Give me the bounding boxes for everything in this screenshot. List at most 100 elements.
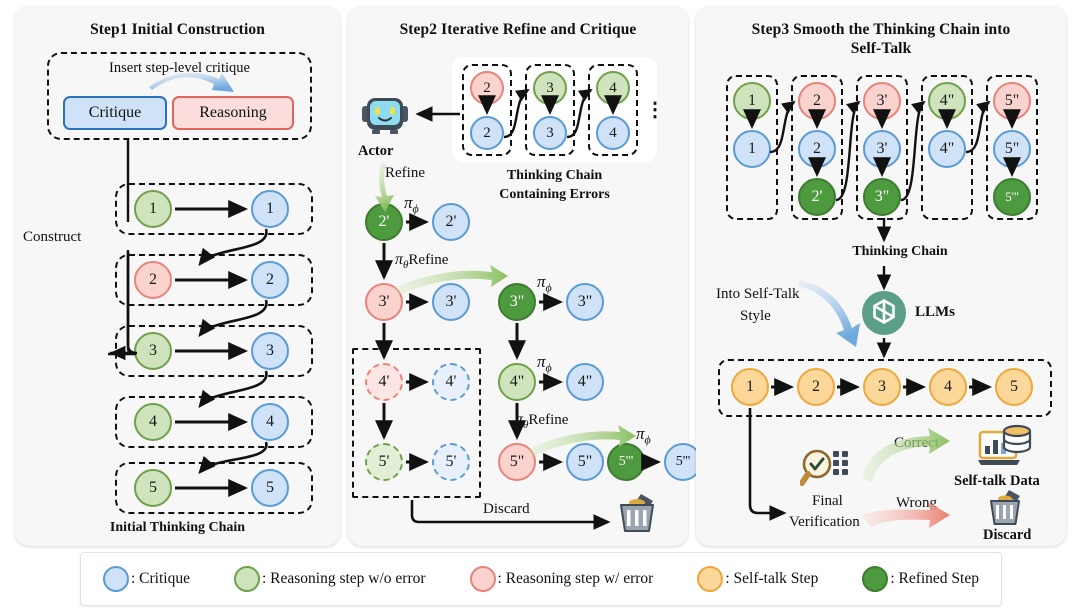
node-step1-r2-right[interactable]: 2 xyxy=(251,261,289,299)
legend-dot-good xyxy=(233,566,260,592)
node-step1-r1-right[interactable]: 1 xyxy=(251,190,289,228)
node-step3-c2-mid[interactable]: 2 xyxy=(798,130,836,168)
actor-label: Actor xyxy=(358,143,394,159)
legend-dot-selftalk xyxy=(697,566,724,592)
node-step3-c5-bottom[interactable]: 5''' xyxy=(993,178,1031,216)
critique-pill[interactable]: Critique xyxy=(63,96,167,130)
node-step1-r1-left[interactable]: 1 xyxy=(134,190,172,228)
pi-phi-label-4: πϕ xyxy=(636,424,651,447)
trash-icon-step3 xyxy=(984,486,1026,528)
selftalk-data-icon xyxy=(978,424,1032,470)
phi-symbol: ϕ xyxy=(545,280,552,295)
node-step3-c1-top[interactable]: 1 xyxy=(733,82,771,120)
node-errchain-c1-top[interactable]: 2 xyxy=(470,71,504,105)
node-step2-3p-bad[interactable]: 3' xyxy=(365,283,403,321)
node-selftalk-3[interactable]: 3 xyxy=(863,368,901,406)
node-errchain-c1-bottom[interactable]: 2 xyxy=(470,116,504,150)
into-selftalk-style-l1: Into Self-Talk xyxy=(716,286,800,302)
reasoning-pill[interactable]: Reasoning xyxy=(172,96,294,130)
pi-symbol: π xyxy=(395,251,404,268)
node-step3-c2-bottom[interactable]: 2' xyxy=(798,178,836,216)
node-step1-r2-left[interactable]: 2 xyxy=(134,261,172,299)
legend-item-refined: : Refined Step xyxy=(862,566,979,592)
refine-word: Refine xyxy=(408,252,449,268)
node-step2-3p-critique[interactable]: 3' xyxy=(432,283,470,321)
node-step1-r3-left[interactable]: 3 xyxy=(134,332,172,370)
legend-dot-bad xyxy=(469,566,496,592)
node-step3-c3-bottom[interactable]: 3" xyxy=(863,178,901,216)
legend: : Critique : Reasoning step w/o error : … xyxy=(80,552,1002,606)
node-step3-c5-mid[interactable]: 5" xyxy=(993,130,1031,168)
node-step2-4pp-good[interactable]: 4" xyxy=(498,363,536,401)
legend-label-bad: : Reasoning step w/ error xyxy=(497,570,654,587)
error-chain-caption-l2: Containing Errors xyxy=(499,187,610,202)
pi-symbol: π xyxy=(404,193,413,212)
node-selftalk-4[interactable]: 4 xyxy=(929,368,967,406)
node-step3-c5-top[interactable]: 5" xyxy=(993,82,1031,120)
panel-step3-title-l2: Self-Talk xyxy=(850,40,912,57)
panel-step1-title: Step1 Initial Construction xyxy=(90,21,265,38)
node-step3-c4-top[interactable]: 4" xyxy=(928,82,966,120)
node-step1-r3-right[interactable]: 3 xyxy=(251,332,289,370)
error-chain-ellipsis: ⋮ xyxy=(645,99,665,121)
insert-critique-label: Insert step-level critique xyxy=(109,60,250,76)
legend-item-selftalk: : Self-talk Step xyxy=(697,566,818,592)
error-chain-caption-l1: Thinking Chain xyxy=(506,168,603,183)
phi-symbol: ϕ xyxy=(644,432,651,447)
pi-symbol: π xyxy=(636,424,645,443)
final-verification-l1: Final xyxy=(812,493,843,509)
node-step1-r5-left[interactable]: 5 xyxy=(134,469,172,507)
node-step3-c2-top[interactable]: 2 xyxy=(798,82,836,120)
pi-symbol: π xyxy=(537,272,546,291)
pi-phi-label-3: πϕ xyxy=(537,352,552,375)
pi-symbol: π xyxy=(515,411,524,428)
node-errchain-c3-top[interactable]: 4 xyxy=(596,71,630,105)
node-step2-5ppp-refined[interactable]: 5''' xyxy=(607,443,645,481)
node-step2-4p-critique[interactable]: 4' xyxy=(432,363,470,401)
panel-step2-title: Step2 Iterative Refine and Critique xyxy=(399,21,637,38)
phi-symbol: ϕ xyxy=(545,360,552,375)
node-step2-3pp-refined[interactable]: 3" xyxy=(498,283,536,321)
node-step2-5pp-critique[interactable]: 5" xyxy=(566,443,604,481)
legend-label-refined: : Refined Step xyxy=(890,570,979,587)
pi-phi-label-2: πϕ xyxy=(537,272,552,295)
node-step3-c3-top[interactable]: 3' xyxy=(863,82,901,120)
discard-label-step3: Discard xyxy=(983,527,1032,543)
node-selftalk-1[interactable]: 1 xyxy=(731,368,769,406)
phi-symbol: ϕ xyxy=(412,201,419,216)
pi-phi-label-1: πϕ xyxy=(404,193,419,216)
refine-word: Refine xyxy=(528,412,569,428)
trash-icon-step2 xyxy=(613,488,661,536)
node-selftalk-2[interactable]: 2 xyxy=(797,368,835,406)
node-step2-5pp-bad[interactable]: 5" xyxy=(498,443,536,481)
node-step3-c1-mid[interactable]: 1 xyxy=(733,130,771,168)
panel-step3-title-l1: Step3 Smooth the Thinking Chain into xyxy=(751,21,1011,38)
node-step3-c3-mid[interactable]: 3' xyxy=(863,130,901,168)
legend-item-critique: : Critique xyxy=(102,566,190,592)
figure-canvas: Step1 Initial Construction Insert step-l… xyxy=(0,0,1080,613)
openai-llm-icon xyxy=(861,290,907,336)
magnifier-verification-icon xyxy=(799,448,854,490)
node-selftalk-5[interactable]: 5 xyxy=(995,368,1033,406)
node-step2-3pp-critique[interactable]: 3" xyxy=(566,283,604,321)
node-step2-5p-critique[interactable]: 5' xyxy=(432,443,470,481)
node-step2-2p-critique[interactable]: 2' xyxy=(432,203,470,241)
wrong-label: Wrong xyxy=(896,495,938,511)
thinking-chain-caption: Thinking Chain xyxy=(852,244,948,259)
node-step2-4p-bad[interactable]: 4' xyxy=(365,363,403,401)
discard-label-step2: Discard xyxy=(483,501,530,517)
final-verification-l2: Verification xyxy=(789,514,860,530)
node-step2-2p-refined[interactable]: 2' xyxy=(365,203,403,241)
node-step1-r4-right[interactable]: 4 xyxy=(251,403,289,441)
legend-item-bad: : Reasoning step w/ error xyxy=(469,566,654,592)
legend-item-good: : Reasoning step w/o error xyxy=(233,566,426,592)
node-step1-r5-right[interactable]: 5 xyxy=(251,469,289,507)
node-step2-4pp-critique[interactable]: 4" xyxy=(566,363,604,401)
legend-dot-critique xyxy=(102,566,129,592)
node-step3-c4-mid[interactable]: 4" xyxy=(928,130,966,168)
node-errchain-c2-bottom[interactable]: 3 xyxy=(533,116,567,150)
node-step1-r4-left[interactable]: 4 xyxy=(134,403,172,441)
node-step2-5p-good[interactable]: 5' xyxy=(365,443,403,481)
node-errchain-c2-top[interactable]: 3 xyxy=(533,71,567,105)
node-errchain-c3-bottom[interactable]: 4 xyxy=(596,116,630,150)
